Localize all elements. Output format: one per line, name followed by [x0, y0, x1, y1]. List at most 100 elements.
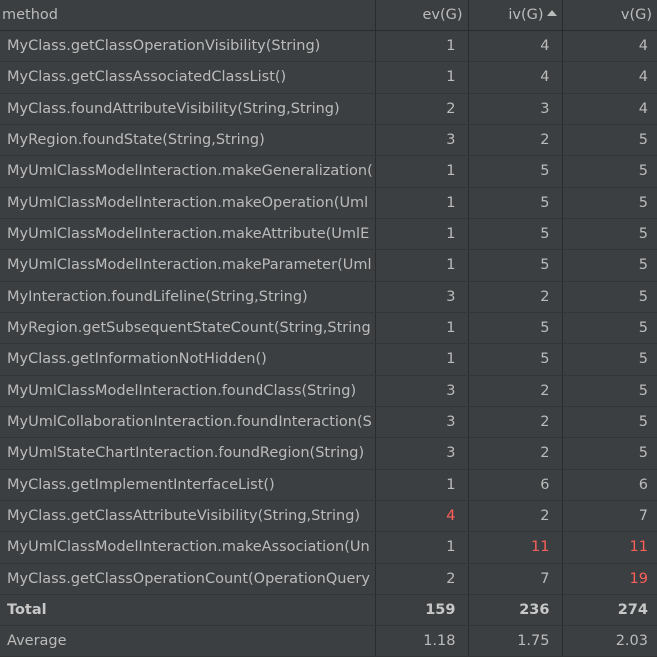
iv-cell: 5	[468, 218, 563, 251]
iv-cell: 6	[468, 469, 563, 501]
table-row[interactable]: MyRegion.getSubsequentStateCount(String,…	[0, 312, 657, 345]
v-cell: 19	[562, 563, 657, 596]
v-cell: 5	[562, 437, 657, 470]
v-cell: 4	[562, 93, 657, 125]
ev-cell: 1	[375, 155, 469, 188]
table-row[interactable]: MyClass.getClassOperationCount(Operation…	[0, 563, 657, 596]
v-cell: 5	[562, 281, 657, 313]
table-row[interactable]: MyClass.getClassOperationVisibility(Stri…	[0, 30, 657, 63]
iv-cell: 2	[468, 281, 563, 313]
method-cell: MyRegion.foundState(String,String)	[0, 124, 376, 157]
column-header-ev[interactable]: ev(G)	[375, 0, 469, 31]
v-cell: 5	[562, 406, 657, 439]
v-cell: 4	[562, 61, 657, 94]
method-cell: MyClass.foundAttributeVisibility(String,…	[0, 93, 376, 125]
ev-cell: 1	[375, 343, 469, 376]
iv-cell: 2	[468, 437, 563, 470]
v-cell: 5	[562, 124, 657, 157]
method-cell: MyUmlClassModelInteraction.makeAttribute…	[0, 218, 376, 251]
average-ev: 1.18	[375, 625, 469, 657]
iv-cell: 4	[468, 61, 563, 94]
table-row[interactable]: MyInteraction.foundLifeline(String,Strin…	[0, 281, 657, 313]
ev-cell: 1	[375, 30, 469, 63]
method-cell: MyUmlClassModelInteraction.makeOperation…	[0, 187, 376, 219]
header-row: method ev(G) iv(G) v(G)	[0, 0, 657, 31]
method-cell: MyClass.getInformationNotHidden()	[0, 343, 376, 376]
ev-cell: 3	[375, 437, 469, 470]
method-cell: MyClass.getClassOperationCount(Operation…	[0, 563, 376, 596]
total-iv: 236	[468, 594, 563, 626]
ev-cell: 3	[375, 375, 469, 407]
table-row[interactable]: MyUmlClassModelInteraction.makeAssociati…	[0, 531, 657, 564]
method-cell: MyUmlClassModelInteraction.makeAssociati…	[0, 531, 376, 564]
table-row[interactable]: MyUmlStateChartInteraction.foundRegion(S…	[0, 437, 657, 470]
method-cell: MyUmlClassModelInteraction.foundClass(St…	[0, 375, 376, 407]
ev-cell: 1	[375, 249, 469, 282]
table-row[interactable]: MyClass.getClassAssociatedClassList() 1 4 4	[0, 61, 657, 94]
metrics-table: method ev(G) iv(G) v(G) MyClass.getClass…	[0, 0, 657, 657]
v-cell: 7	[562, 500, 657, 533]
column-header-method[interactable]: method	[0, 0, 376, 31]
table-row[interactable]: MyUmlClassModelInteraction.makeParameter…	[0, 249, 657, 282]
iv-cell: 4	[468, 30, 563, 63]
ev-cell: 1	[375, 187, 469, 219]
iv-cell: 7	[468, 563, 563, 596]
v-cell: 5	[562, 312, 657, 345]
total-row: Total 159 236 274	[0, 594, 657, 626]
ev-cell: 2	[375, 563, 469, 596]
table-row[interactable]: MyUmlCollaborationInteraction.foundInter…	[0, 406, 657, 439]
table-row[interactable]: MyClass.getInformationNotHidden() 1 5 5	[0, 343, 657, 376]
table-row[interactable]: MyUmlClassModelInteraction.makeOperation…	[0, 187, 657, 219]
v-cell: 11	[562, 531, 657, 564]
iv-cell: 5	[468, 249, 563, 282]
method-cell: MyUmlCollaborationInteraction.foundInter…	[0, 406, 376, 439]
total-ev: 159	[375, 594, 469, 626]
table-body: MyClass.getClassOperationVisibility(Stri…	[0, 30, 657, 596]
ev-cell: 1	[375, 218, 469, 251]
ev-cell: 1	[375, 469, 469, 501]
v-cell: 4	[562, 30, 657, 63]
ev-cell: 3	[375, 406, 469, 439]
method-cell: MyClass.getClassAttributeVisibility(Stri…	[0, 500, 376, 533]
table-row[interactable]: MyClass.getImplementInterfaceList() 1 6 6	[0, 469, 657, 501]
column-header-v[interactable]: v(G)	[562, 0, 657, 31]
v-cell: 5	[562, 343, 657, 376]
table-row[interactable]: MyUmlClassModelInteraction.makeAttribute…	[0, 218, 657, 251]
average-label: Average	[0, 625, 376, 657]
table-row[interactable]: MyClass.getClassAttributeVisibility(Stri…	[0, 500, 657, 533]
iv-cell: 5	[468, 312, 563, 345]
method-cell: MyClass.getImplementInterfaceList()	[0, 469, 376, 501]
method-cell: MyClass.getClassOperationVisibility(Stri…	[0, 30, 376, 63]
average-row: Average 1.18 1.75 2.03	[0, 625, 657, 657]
method-cell: MyRegion.getSubsequentStateCount(String,…	[0, 312, 376, 345]
ev-cell: 3	[375, 124, 469, 157]
table-row[interactable]: MyClass.foundAttributeVisibility(String,…	[0, 93, 657, 125]
column-header-iv[interactable]: iv(G)	[468, 0, 563, 31]
average-v: 2.03	[562, 625, 657, 657]
iv-cell: 2	[468, 375, 563, 407]
method-cell: MyUmlStateChartInteraction.foundRegion(S…	[0, 437, 376, 470]
v-cell: 5	[562, 249, 657, 282]
method-cell: MyUmlClassModelInteraction.makeGeneraliz…	[0, 155, 376, 188]
ev-cell: 2	[375, 93, 469, 125]
table-row[interactable]: MyUmlClassModelInteraction.foundClass(St…	[0, 375, 657, 407]
v-cell: 5	[562, 218, 657, 251]
average-iv: 1.75	[468, 625, 563, 657]
iv-cell: 11	[468, 531, 563, 564]
table-row[interactable]: MyUmlClassModelInteraction.makeGeneraliz…	[0, 155, 657, 188]
ev-cell: 1	[375, 531, 469, 564]
v-cell: 5	[562, 375, 657, 407]
method-cell: MyInteraction.foundLifeline(String,Strin…	[0, 281, 376, 313]
method-cell: MyClass.getClassAssociatedClassList()	[0, 61, 376, 94]
v-cell: 5	[562, 155, 657, 188]
iv-cell: 5	[468, 187, 563, 219]
ev-cell: 3	[375, 281, 469, 313]
table-row[interactable]: MyRegion.foundState(String,String) 3 2 5	[0, 124, 657, 157]
ev-cell: 1	[375, 312, 469, 345]
iv-cell: 5	[468, 155, 563, 188]
ev-cell: 1	[375, 61, 469, 94]
v-cell: 5	[562, 187, 657, 219]
total-v: 274	[562, 594, 657, 626]
iv-cell: 5	[468, 343, 563, 376]
iv-cell: 3	[468, 93, 563, 125]
